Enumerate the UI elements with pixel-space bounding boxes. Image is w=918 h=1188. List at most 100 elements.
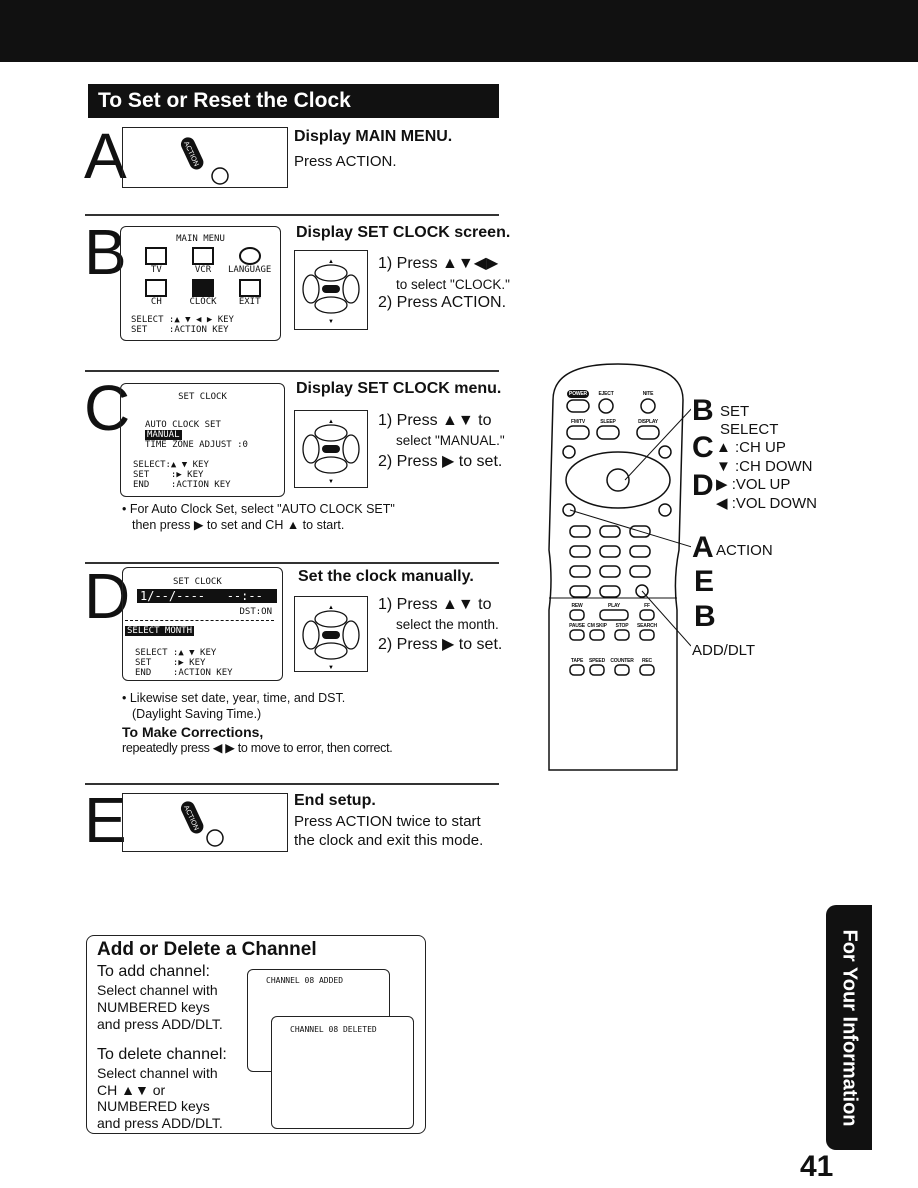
remote-label-vol-up: ▶ :VOL UP [716, 476, 791, 493]
delete-channel-title: To delete channel: [97, 1046, 227, 1063]
step-b-heading: Display SET CLOCK screen. [296, 224, 511, 241]
menu-icon-tv: TV [133, 247, 180, 275]
osd-title: SET CLOCK [178, 392, 227, 402]
step-letter-e: E [84, 784, 127, 856]
step-d-instruction-1: 1) Press ▲▼ to [378, 596, 492, 613]
osd-datetime: 1/--/---- --:-- [137, 589, 277, 603]
remote-label-power: POWER [569, 391, 587, 397]
svg-text:▼: ▼ [328, 479, 334, 485]
remote-label-letter: B [694, 600, 716, 633]
side-tab: For Your Information [826, 905, 872, 1150]
remote-label-letter: C [692, 431, 714, 464]
svg-text:▲: ▲ [328, 419, 334, 425]
keypad-icon: ▲▼ [302, 605, 360, 671]
step-d-instruction-2: 2) Press ▶ to set. [378, 636, 503, 653]
remote-label-display: DISPLAY [638, 419, 658, 425]
step-b-instruction-1b: to select "CLOCK." [396, 277, 510, 292]
remote-label-pause: PAUSE [569, 623, 585, 629]
osd-divider [125, 620, 274, 621]
keypad-illustration: ▲ ▼ [294, 410, 368, 488]
osd-dst: DST:ON [239, 607, 272, 617]
step-b-instruction-1: 1) Press ▲▼◀▶ [378, 255, 499, 272]
remote-label-cm-skip: CM SKIP [587, 623, 607, 629]
step-c-instruction-1: 1) Press ▲▼ to [378, 412, 492, 429]
remote-control-illustration: POWER EJECT NITE FM/TV SLEEP DISPLAY REW… [545, 360, 696, 776]
step-letter-a: A [84, 120, 127, 192]
osd-item-timezone: TIME ZONE ADJUST :0 [145, 440, 248, 450]
osd-line: END :ACTION KEY [133, 480, 231, 490]
divider [85, 562, 499, 564]
set-clock-osd: SET CLOCK AUTO CLOCK SET MANUAL TIME ZON… [120, 383, 285, 497]
step-b-instruction-2: 2) Press ACTION. [378, 294, 507, 311]
step-e-heading: End setup. [294, 792, 376, 809]
osd-line: SET :ACTION KEY [131, 325, 229, 335]
remote-label-stop: STOP [615, 623, 629, 629]
remote-label-play: PLAY [607, 603, 621, 609]
remote-label-rew: REW [571, 603, 583, 609]
remote-label-action: ACTION [716, 542, 773, 559]
svg-text:▲: ▲ [328, 259, 334, 265]
remote-label-add-dlt: ADD/DLT [692, 642, 756, 659]
divider [85, 214, 499, 216]
step-a-heading: Display MAIN MENU. [294, 128, 453, 145]
page-number: 41 [800, 1150, 834, 1183]
channel-deleted-osd: CHANNEL 08 DELETED [271, 1016, 414, 1129]
menu-icon-vcr: VCR [180, 247, 227, 275]
menu-icon-exit: EXIT [226, 279, 273, 307]
osd-item-auto: AUTO CLOCK SET [145, 420, 221, 430]
osd-line: SELECT :▲ ▼ ◀ ▶ KEY [131, 315, 234, 325]
svg-text:▼: ▼ [328, 319, 334, 325]
divider [85, 370, 499, 372]
remote-label-speed: SPEED [589, 658, 605, 664]
menu-icon-clock: CLOCK [180, 279, 227, 307]
remote-label-fmtv: FM/TV [571, 419, 585, 425]
step-d-heading: Set the clock manually. [298, 568, 474, 585]
step-a-text: Press ACTION. [294, 153, 397, 170]
keypad-icon: ▲▼ [302, 419, 360, 485]
step-e-text: Press ACTION twice to start [294, 813, 481, 830]
remote-label-sleep: SLEEP [600, 419, 616, 425]
osd-title: SET CLOCK [173, 577, 222, 587]
section-title: To Set or Reset the Clock [88, 84, 499, 118]
step-c-instruction-1b: select "MANUAL." [396, 433, 505, 448]
step-c-note: then press ▶ to set and CH ▲ to start. [132, 518, 345, 532]
osd-deleted-text: CHANNEL 08 DELETED [290, 1025, 377, 1034]
remote-label-eject: EJECT [598, 391, 614, 397]
action-button-icon: ACTION [180, 801, 224, 847]
step-d-note: • Likewise set date, year, time, and DST… [122, 691, 346, 705]
svg-text:▲: ▲ [328, 605, 334, 611]
step-d-note: (Daylight Saving Time.) [132, 707, 262, 721]
osd-line: SET :▶ KEY [133, 470, 204, 480]
keypad-illustration: ▲ ▼ [294, 250, 368, 330]
remote-label-nite: NITE [642, 391, 654, 397]
action-button-illustration: ACTION [122, 793, 288, 852]
remote-icon [548, 363, 696, 771]
set-clock-manual-osd: SET CLOCK 1/--/---- --:-- DST:ON SELECT … [122, 567, 283, 681]
osd-select-month: SELECT MONTH [125, 626, 195, 636]
svg-text:▼: ▼ [328, 665, 334, 671]
main-menu-osd: MAIN MENU TV VCR LANGUAGE CH CLOCK EXIT … [120, 226, 281, 341]
header-bar [0, 0, 918, 62]
keypad-icon: ▲▼ [302, 259, 360, 325]
divider [85, 783, 499, 785]
action-button-icon: ACTION [180, 137, 229, 185]
add-channel-title: To add channel: [97, 963, 210, 980]
remote-label-letter: A [692, 531, 714, 564]
remote-label-letter: D [692, 469, 714, 502]
remote-label-vol-down: ◀ :VOL DOWN [716, 495, 817, 512]
remote-label-search: SEARCH [637, 623, 657, 629]
osd-line: END :ACTION KEY [135, 668, 233, 678]
osd-added-text: CHANNEL 08 ADDED [266, 976, 344, 985]
corrections-text: repeatedly press ◀ ▶ to move to error, t… [122, 741, 393, 755]
delete-channel-text: Select channel with CH ▲▼ or NUMBERED keys… [97, 1065, 223, 1131]
add-channel-text: Select channel with NUMBERED keys and pres… [97, 982, 223, 1032]
osd-line: SET :▶ KEY [135, 658, 206, 668]
step-c-heading: Display SET CLOCK menu. [296, 380, 502, 397]
corrections-heading: To Make Corrections, [122, 724, 264, 740]
remote-label-rec: REC [642, 658, 652, 664]
remote-label-select: SELECT [720, 421, 779, 438]
remote-label-ch-down: ▼ :CH DOWN [716, 458, 813, 475]
remote-label-ch-up: ▲ :CH UP [716, 439, 786, 456]
add-delete-channel-box: Add or Delete a Channel To add channel: … [86, 935, 426, 1134]
remote-label-letter: B [692, 394, 714, 427]
